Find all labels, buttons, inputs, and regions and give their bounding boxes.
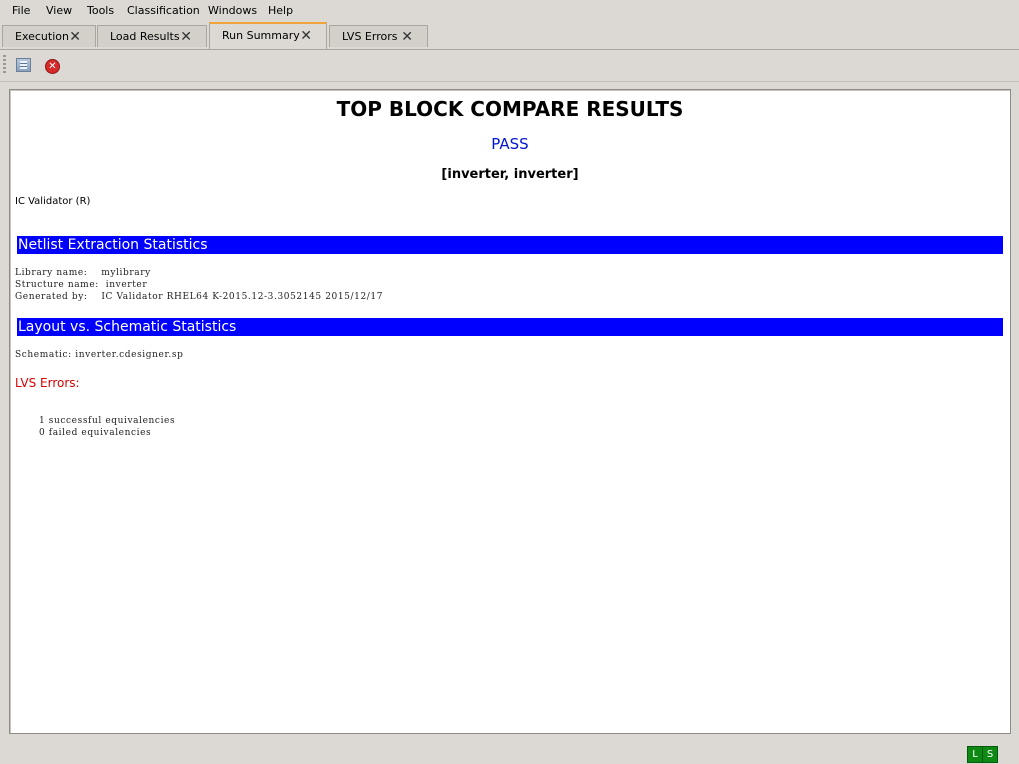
menu-windows[interactable]: Windows: [208, 4, 257, 18]
menu-tools[interactable]: Tools: [87, 4, 114, 18]
schematic-line: Schematic: inverter.cdesigner.sp: [15, 350, 184, 360]
close-icon[interactable]: ✕: [300, 24, 312, 48]
tab-load-results[interactable]: Load Results ✕: [97, 25, 207, 47]
structure-name-line: Structure name: inverter: [15, 280, 148, 290]
menu-help[interactable]: Help: [268, 4, 293, 18]
tab-label: Execution: [15, 30, 69, 43]
toolbar: [0, 50, 1019, 82]
library-name-line: Library name: mylibrary: [15, 268, 151, 278]
menu-bar: File View Tools Classification Windows H…: [0, 0, 1019, 22]
successful-equivalencies: 1 successful equivalencies: [39, 416, 176, 426]
summary-icon[interactable]: [16, 58, 31, 72]
tab-label: LVS Errors: [342, 30, 398, 43]
status-badge: PASS: [491, 135, 529, 153]
cell-pair: [inverter, inverter]: [441, 167, 579, 182]
report-title: TOP BLOCK COMPARE RESULTS: [336, 97, 684, 121]
menu-classification[interactable]: Classification: [127, 4, 200, 18]
tab-lvs-errors[interactable]: LVS Errors ✕: [329, 25, 428, 47]
close-icon[interactable]: ✕: [69, 26, 81, 48]
close-icon[interactable]: ✕: [401, 26, 413, 48]
tab-label: Load Results: [110, 30, 180, 43]
toolbar-grip[interactable]: [3, 55, 6, 75]
stop-icon[interactable]: ✕: [45, 59, 60, 74]
failed-equivalencies: 0 failed equivalencies: [39, 428, 152, 438]
netlist-section-header: Netlist Extraction Statistics: [17, 236, 1003, 254]
menu-file[interactable]: File: [12, 4, 30, 18]
close-icon[interactable]: ✕: [180, 26, 192, 48]
generated-by-line: Generated by: IC Validator RHEL64 K-2015…: [15, 292, 384, 302]
lvs-section-header: Layout vs. Schematic Statistics: [17, 318, 1003, 336]
tab-label: Run Summary: [222, 29, 300, 42]
report-panel: TOP BLOCK COMPARE RESULTS PASS [inverter…: [9, 89, 1011, 734]
lvs-errors-label: LVS Errors:: [15, 376, 80, 390]
tab-bar: Execution ✕ Load Results ✕ Run Summary ✕…: [0, 22, 1019, 50]
tool-name: IC Validator (R): [15, 196, 91, 207]
menu-view[interactable]: View: [46, 4, 72, 18]
tab-execution[interactable]: Execution ✕: [2, 25, 96, 47]
status-badge-l: L: [967, 746, 983, 763]
status-badge-s: S: [982, 746, 998, 763]
tab-run-summary[interactable]: Run Summary ✕: [209, 22, 327, 49]
